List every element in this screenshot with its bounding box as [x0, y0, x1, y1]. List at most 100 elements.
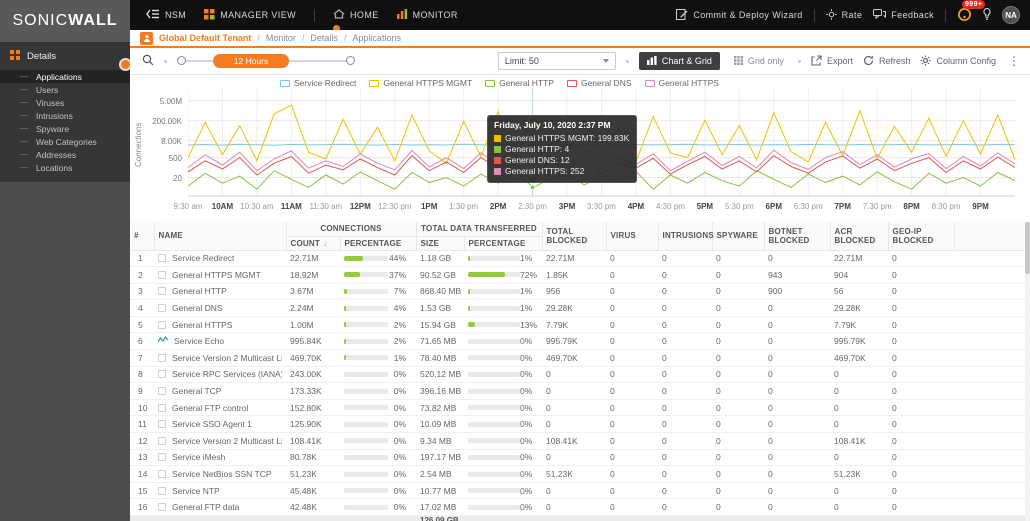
breadcrumb: Global Default Tenant / Monitor / Detail…	[130, 30, 1030, 48]
row-checkbox[interactable]	[158, 453, 166, 462]
slider-handle-start[interactable]	[177, 56, 186, 65]
breadcrumb-tenant[interactable]: Global Default Tenant	[159, 33, 251, 43]
sidebar-item-users[interactable]: — Users	[0, 83, 130, 96]
sidebar-item-addresses[interactable]: — Addresses	[0, 148, 130, 161]
column-config-button[interactable]: Column Config	[920, 55, 996, 68]
row-checkbox[interactable]	[158, 420, 166, 429]
col-header-data-percentage[interactable]: PERCENTAGE	[463, 236, 543, 251]
feedback-button[interactable]: Feedback	[873, 9, 934, 21]
col-header-geoip[interactable]: GEO-IP BLOCKED	[887, 222, 955, 251]
cell-conn-percentage: 4%	[344, 300, 412, 315]
table-row[interactable]: 1 Service Redirect 22.71M 44% 1.18 GB 1% 22.71…	[130, 250, 1030, 268]
cell-botnet: 0	[764, 316, 831, 334]
search-icon[interactable]	[142, 54, 154, 68]
x-tick-label: 5:30 pm	[724, 202, 754, 211]
col-header-spyware[interactable]: SPYWARE	[711, 222, 765, 251]
chart-grid-button[interactable]: Chart & Grid	[638, 52, 720, 70]
legend-item-service-redirect[interactable]: Service Redirect	[280, 78, 356, 88]
table-row[interactable]: 9 General TCP 173.33K 0% 396.16 MB 0% 0 0 0 0 0 0 0	[130, 382, 1030, 400]
cell-size: 520.12 MB	[416, 366, 465, 384]
cell-geoip: 0	[888, 399, 955, 417]
table-row[interactable]: 12 Service Version 2 Multicast Listener R…	[130, 432, 1030, 450]
table-row[interactable]: 10 General FTP control 152.80K 0% 73.82 MB 0%…	[130, 399, 1030, 417]
table-row[interactable]: 15 Service NTP 45.48K 0% 10.77 MB 0% 0 0 0 0 0 0 0	[130, 482, 1030, 500]
row-checkbox[interactable]	[158, 304, 166, 313]
commit-deploy-wizard-button[interactable]: Commit & Deploy Wizard	[676, 8, 802, 22]
row-checkbox[interactable]	[158, 470, 166, 479]
col-header-conn-percentage[interactable]: PERCENTAGE	[339, 236, 417, 251]
sidebar-item-locations[interactable]: — Locations	[0, 161, 130, 174]
row-checkbox[interactable]	[158, 387, 166, 396]
breadcrumb-monitor[interactable]: Monitor	[266, 33, 296, 43]
table-scrollbar[interactable]	[1025, 222, 1030, 521]
nav-manager-view[interactable]: MANAGER VIEW	[204, 8, 296, 22]
table-row[interactable]: 2 General HTTPS MGMT 18.92M 37% 90.52 GB 72% 1…	[130, 266, 1030, 284]
row-checkbox[interactable]	[158, 503, 166, 512]
cell-num: 15	[130, 482, 154, 500]
scrollbar-thumb[interactable]	[1025, 222, 1030, 274]
sidebar-header-details[interactable]: Details	[0, 42, 130, 70]
table-row[interactable]: 8 Service RPC Services (IANA) 243.00K 0% 520…	[130, 366, 1030, 384]
notifications-button[interactable]: 999+	[957, 0, 986, 24]
table-row[interactable]: 5 General HTTPS 1.00M 2% 15.94 GB 13% 7.79K 0 0 0…	[130, 316, 1030, 334]
dash-icon: —	[20, 72, 28, 81]
legend-item-general-http[interactable]: General HTTP	[485, 78, 554, 88]
sidebar-collapse-handle[interactable]	[121, 60, 130, 69]
col-header-num[interactable]: #	[130, 222, 155, 251]
export-button[interactable]: Export	[811, 54, 853, 68]
legend-item-general-dns[interactable]: General DNS	[566, 78, 632, 88]
nav-monitor[interactable]: MONITOR	[396, 9, 458, 21]
rate-button[interactable]: Rate	[825, 8, 863, 22]
x-tick-label: 10AM	[211, 202, 234, 211]
col-header-botnet[interactable]: BOTNET BLOCKED	[763, 222, 831, 251]
sidebar-item-viruses[interactable]: — Viruses	[0, 96, 130, 109]
col-header-virus[interactable]: VIRUS	[605, 222, 659, 251]
row-checkbox[interactable]	[158, 270, 166, 279]
col-header-count[interactable]: COUNT ↓	[286, 236, 341, 251]
legend-item-general-https-mgmt[interactable]: General HTTPS MGMT	[369, 78, 472, 88]
row-checkbox[interactable]	[158, 254, 166, 263]
table-row[interactable]: 16 General FTP data 42.48K 0% 17.02 MB 0% 0 0 0 0…	[130, 498, 1030, 516]
col-header-intrusions[interactable]: INTRUSIONS	[657, 222, 714, 251]
legend-item-general-https[interactable]: General HTTPS	[644, 78, 719, 88]
sidebar-item-applications[interactable]: — Applications	[0, 70, 130, 83]
cell-acr: 108.41K	[830, 432, 889, 450]
table-row[interactable]: 4 General DNS 2.24M 4% 1.53 GB 1% 29.28K 0 0 0 0 29…	[130, 299, 1030, 317]
y-tick-label: 20	[173, 173, 182, 183]
row-checkbox[interactable]	[158, 436, 166, 445]
grid-only-button[interactable]: Grid only	[730, 55, 788, 67]
more-options-icon[interactable]: ⋮	[1006, 54, 1022, 68]
row-checkbox[interactable]	[158, 287, 166, 296]
breadcrumb-details[interactable]: Details	[310, 33, 338, 43]
table-row[interactable]: 7 Service Version 2 Multicast Listener Re…	[130, 349, 1030, 367]
sidebar-item-web-categories[interactable]: — Web Categories	[0, 135, 130, 148]
table-row[interactable]: 14 Service NetBios SSN TCP 51.23K 0% 2.54 MB…	[130, 465, 1030, 483]
table-row[interactable]: 11 Service SSO Agent 1 125.90K 0% 10.09 MB 0%…	[130, 415, 1030, 434]
percentage-bar	[468, 338, 521, 344]
time-range-pill[interactable]: 12 Hours	[213, 54, 289, 68]
limit-dropdown[interactable]: Limit: 50	[497, 52, 616, 70]
sidebar-item-spyware[interactable]: — Spyware	[0, 122, 130, 135]
row-checkbox[interactable]	[158, 403, 166, 412]
nav-nsm[interactable]: NSM	[146, 9, 186, 21]
row-checkbox[interactable]	[158, 370, 166, 379]
breadcrumb-applications[interactable]: Applications	[352, 33, 401, 43]
lightbulb-button[interactable]	[983, 7, 991, 23]
table-row[interactable]: 13 Service iMesh 80.78K 0% 197.17 MB 0% 0 0 0 0 0 0…	[130, 449, 1030, 467]
user-avatar[interactable]: NA	[1002, 6, 1020, 24]
row-checkbox[interactable]	[158, 486, 166, 495]
slider-handle-end[interactable]	[346, 56, 355, 65]
refresh-button[interactable]: Refresh	[863, 55, 910, 68]
col-header-name[interactable]: NAME	[153, 222, 287, 251]
row-checkbox[interactable]	[158, 353, 166, 362]
sidebar-item-intrusions[interactable]: — Intrusions	[0, 109, 130, 122]
nav-home[interactable]: HOME	[333, 9, 379, 21]
col-header-total-blocked[interactable]: TOTAL BLOCKED	[541, 222, 607, 251]
time-range-slider[interactable]: 12 Hours	[177, 53, 355, 69]
table-row[interactable]: 6 Service Echo 995.84K 2% 71.65 MB 0% 995.79K 0…	[130, 332, 1030, 351]
col-header-size[interactable]: SIZE	[415, 236, 465, 251]
row-checkbox[interactable]	[158, 320, 166, 329]
col-header-acr[interactable]: ACR BLOCKED	[829, 222, 889, 251]
connections-chart[interactable]: Service Redirect General HTTPS MGMT Genera…	[130, 75, 1030, 222]
table-row[interactable]: 3 General HTTP 3.67M 7% 868.40 MB 1% 956 0 0 0 900…	[130, 283, 1030, 301]
